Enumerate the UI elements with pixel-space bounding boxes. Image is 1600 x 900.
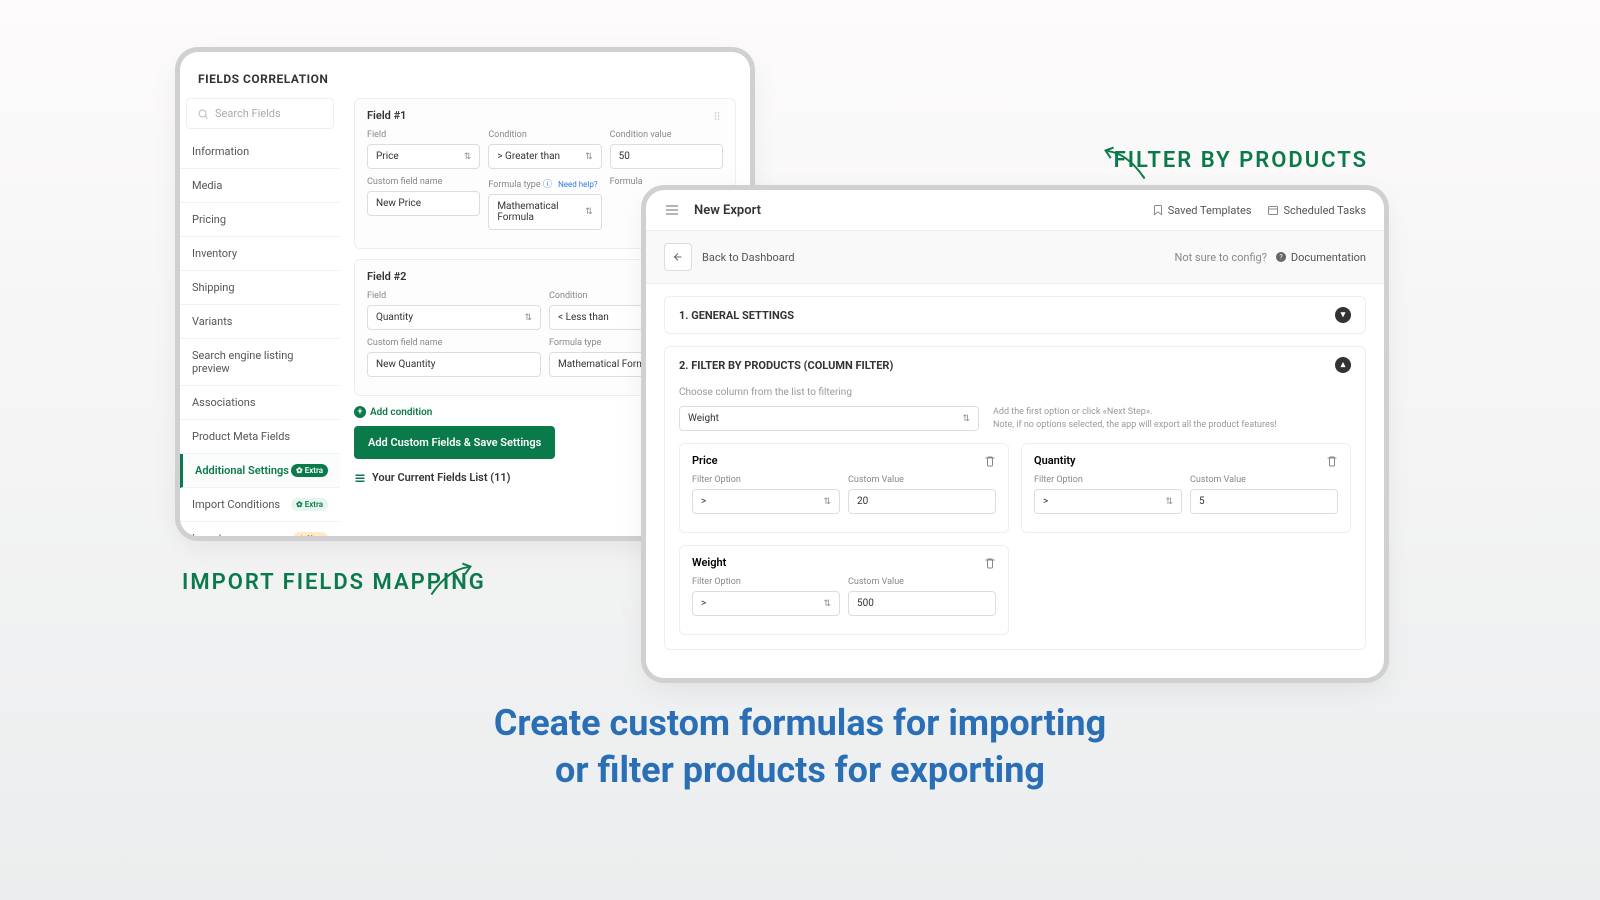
nav-additional[interactable]: Additional Settings✿ Extra (180, 454, 340, 488)
new-export-panel: New Export Saved Templates Scheduled Tas… (646, 190, 1384, 678)
price-filter-option[interactable]: >⇅ (692, 489, 840, 514)
current-fields-list[interactable]: Your Current Fields List (11) (354, 471, 511, 484)
extra-badge: ✿ Extra (291, 464, 328, 477)
saved-templates-link[interactable]: Saved Templates (1152, 204, 1252, 217)
field2-field-select[interactable]: Quantity⇅ (367, 305, 541, 330)
filter-card-weight: Weight Filter Option>⇅ Custom Value500 (679, 545, 1009, 635)
chevron-down-icon: ▾ (1335, 307, 1351, 323)
search-icon (197, 108, 209, 120)
nav-variants[interactable]: Variants (180, 305, 340, 339)
caption-filter: FILTER BY PRODUCTS (1114, 148, 1368, 173)
help-icon: ? (1275, 251, 1287, 263)
nav-media[interactable]: Media (180, 169, 340, 203)
column-select[interactable]: Weight⇅ (679, 406, 979, 431)
panel2-title: New Export (694, 203, 761, 218)
nav-inventory[interactable]: Inventory (180, 237, 340, 271)
quantity-filter-option[interactable]: >⇅ (1034, 489, 1182, 514)
field1-cond-select[interactable]: > Greater than⇅ (488, 144, 601, 169)
nav-shipping[interactable]: Shipping (180, 271, 340, 305)
field1-cval-input[interactable]: 50 (610, 144, 723, 169)
filter-hint: Choose column from the list to filtering (679, 387, 1351, 398)
scheduled-tasks-link[interactable]: Scheduled Tasks (1267, 204, 1366, 217)
drag-handle-icon[interactable] (711, 110, 723, 122)
price-custom-value[interactable]: 20 (848, 489, 996, 514)
back-button[interactable] (664, 243, 692, 271)
menu-icon[interactable] (664, 202, 680, 218)
weight-custom-value[interactable]: 500 (848, 591, 996, 616)
field1-cname-input[interactable]: New Price (367, 191, 480, 216)
arrow-left-icon (672, 251, 684, 263)
filter-products-section: 2. FILTER BY PRODUCTS (COLUMN FILTER)▴ C… (664, 346, 1366, 650)
filter-card-price: Price Filter Option>⇅ Custom Value20 (679, 443, 1009, 533)
back-label: Back to Dashboard (702, 251, 795, 264)
bookmark-icon (1152, 204, 1164, 216)
calendar-icon (1267, 204, 1279, 216)
config-hint: Not sure to config? (1174, 251, 1266, 264)
panel1-title: FIELDS CORRELATION (180, 72, 750, 98)
trash-icon[interactable] (1326, 455, 1338, 467)
field1-ftype-select[interactable]: Mathematical Formula⇅ (488, 194, 601, 230)
field2-cname-input[interactable]: New Quantity (367, 352, 541, 377)
nav-pricing[interactable]: Pricing (180, 203, 340, 237)
field1-field-select[interactable]: Price⇅ (367, 144, 480, 169)
trash-icon[interactable] (984, 455, 996, 467)
sidebar: Search Fields Information Media Pricing … (180, 98, 340, 532)
nav-meta[interactable]: Product Meta Fields (180, 420, 340, 454)
chevron-up-icon: ▴ (1335, 357, 1351, 373)
nav-information[interactable]: Information (180, 135, 340, 169)
nav-import-cond[interactable]: Import Conditions✿ Extra (180, 488, 340, 522)
weight-filter-option[interactable]: >⇅ (692, 591, 840, 616)
save-settings-button[interactable]: Add Custom Fields & Save Settings (354, 426, 555, 459)
quantity-custom-value[interactable]: 5 (1190, 489, 1338, 514)
new-badge: ★ New (293, 532, 328, 536)
headline: Create custom formulas for importing or … (0, 700, 1600, 794)
nav-associations[interactable]: Associations (180, 386, 340, 420)
extra-badge: ✿ Extra (291, 498, 328, 511)
search-fields-input[interactable]: Search Fields (186, 98, 334, 129)
list-icon (354, 472, 366, 484)
filter-note: Add the first option or click «Next Step… (993, 406, 1277, 431)
nav-seo[interactable]: Search engine listing preview (180, 339, 340, 386)
filter-card-quantity: Quantity Filter Option>⇅ Custom Value5 (1021, 443, 1351, 533)
trash-icon[interactable] (984, 557, 996, 569)
general-settings-section[interactable]: 1. GENERAL SETTINGS▾ (664, 296, 1366, 334)
documentation-link[interactable]: ?Documentation (1275, 251, 1366, 264)
nav-icecat[interactable]: Icecat★ New (180, 522, 340, 536)
